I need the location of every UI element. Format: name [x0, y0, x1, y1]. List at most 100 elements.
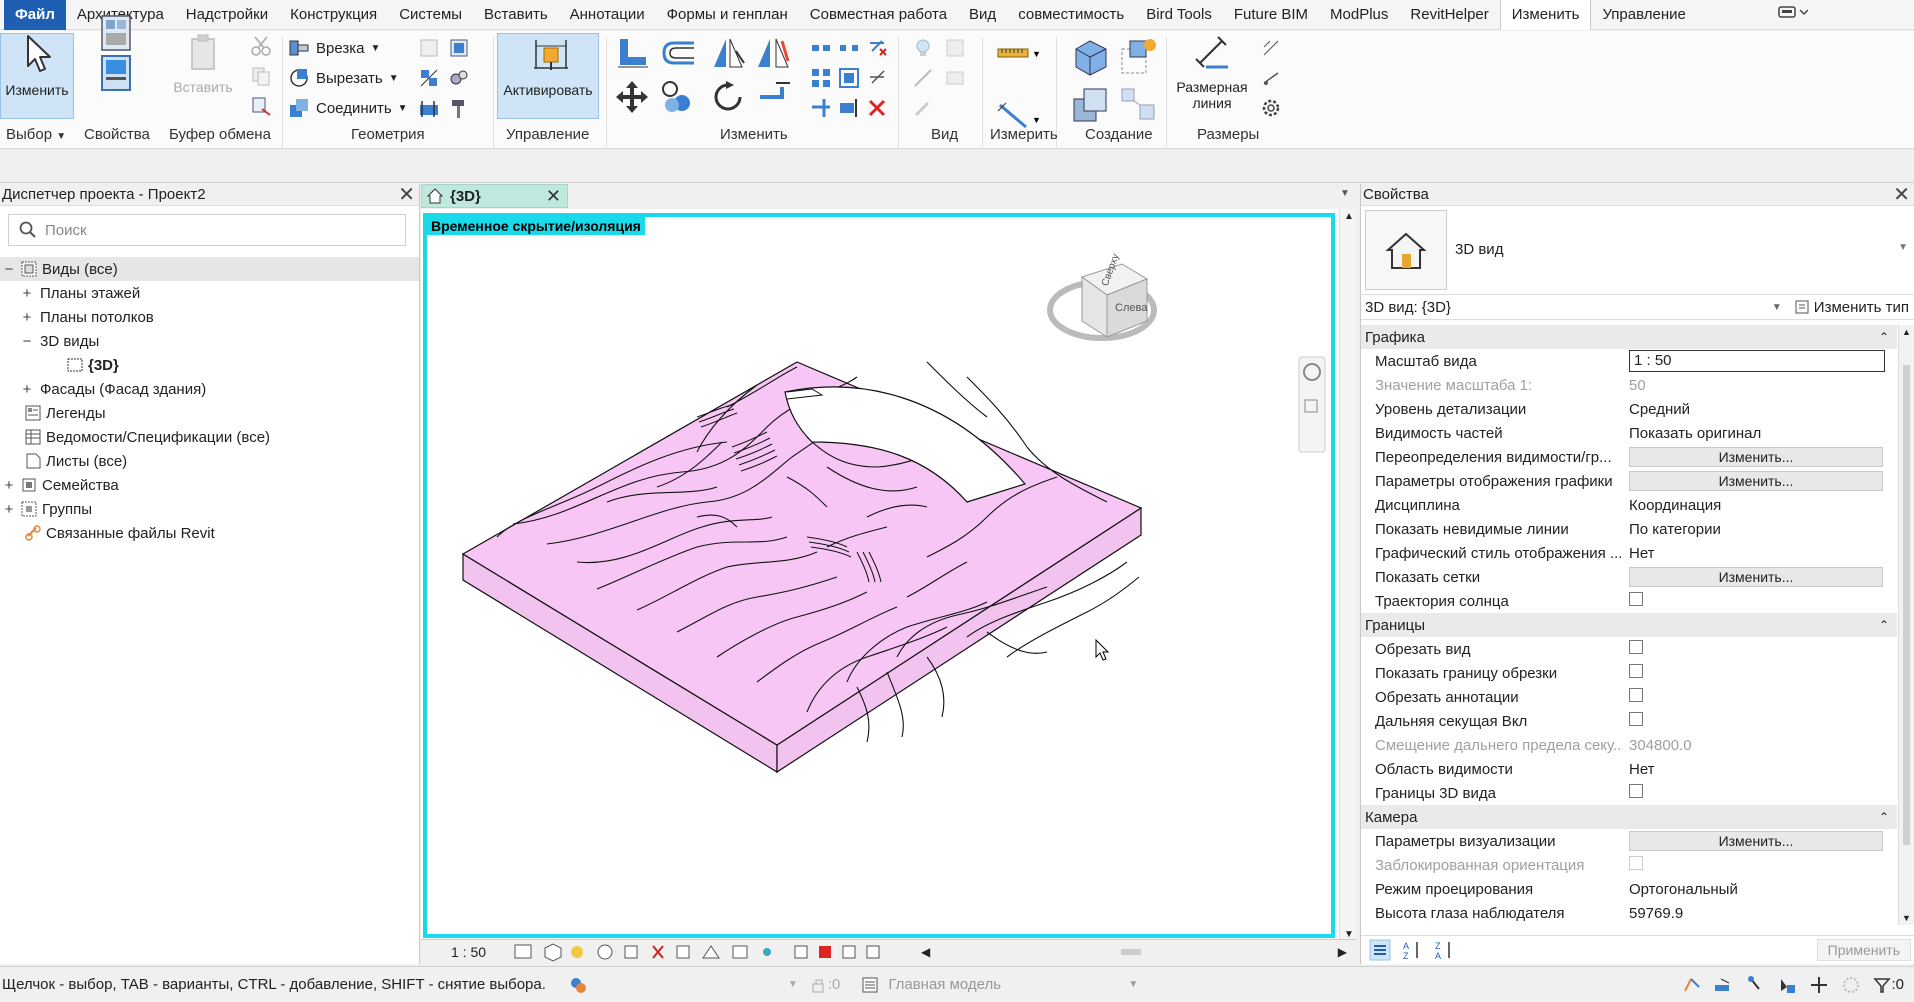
ribbon-display-toggle[interactable] [1767, 0, 1819, 30]
tree-item-floor-plans[interactable]: + Планы этажей [0, 281, 419, 305]
tab-menu-icon[interactable]: ▼ [1340, 188, 1350, 199]
crop-region-checkbox[interactable] [1629, 664, 1643, 678]
menu-collaborate[interactable]: Совместная работа [799, 0, 958, 30]
measure-distance-icon[interactable]: ▼ [996, 41, 1041, 65]
crop-view-checkbox[interactable] [1629, 640, 1643, 654]
prop-value[interactable]: Показать оригинал [1623, 425, 1897, 442]
prop-parts-visibility[interactable]: Видимость частей Показать оригинал [1361, 421, 1897, 445]
group-camera[interactable]: Камера ⌃ [1361, 805, 1897, 829]
tree-collapse-toggle[interactable]: − [20, 333, 34, 350]
tree-item-ceiling-plans[interactable]: + Планы потолков [0, 305, 419, 329]
cut-icon[interactable] [250, 35, 272, 57]
close-tab-icon[interactable]: ✕ [546, 186, 561, 207]
create-parts-icon[interactable] [1118, 35, 1160, 77]
scroll-thumb[interactable] [1121, 949, 1141, 955]
chevron-down-icon[interactable]: ▼ [788, 979, 798, 990]
prop-projection-mode[interactable]: Режим проецирования Ортогональный [1361, 877, 1897, 901]
properties-tool-button[interactable] [88, 15, 144, 119]
menu-revithelper[interactable]: RevitHelper [1399, 0, 1499, 30]
prop-value[interactable]: Ортогональный [1623, 881, 1897, 898]
menu-bird-tools[interactable]: Bird Tools [1135, 0, 1223, 30]
unpin-icon[interactable] [866, 67, 888, 89]
create-group-icon[interactable] [1070, 83, 1112, 125]
copy-icon[interactable] [250, 65, 272, 87]
tree-item-sheets[interactable]: Листы (все) [0, 449, 419, 473]
scroll-right-icon[interactable]: ▶ [1338, 945, 1347, 959]
trim-multi-icon[interactable] [810, 97, 832, 119]
prop-value[interactable]: Средний [1623, 401, 1897, 418]
prop-display-style[interactable]: Графический стиль отображения ... Нет [1361, 541, 1897, 565]
collapse-icon[interactable]: ⌃ [1879, 618, 1889, 632]
menu-massing-site[interactable]: Формы и генплан [656, 0, 799, 30]
hide-element-icon[interactable] [944, 67, 966, 89]
split-face-icon[interactable] [418, 67, 440, 89]
prop-scope-box[interactable]: Область видимости Нет [1361, 757, 1897, 781]
tree-item-schedules[interactable]: Ведомости/Спецификации (все) [0, 425, 419, 449]
instance-selector[interactable]: 3D вид: {3D} ▼ Изменить тип [1361, 294, 1914, 320]
offset-icon[interactable] [660, 35, 696, 71]
pin-icon[interactable] [866, 37, 888, 59]
view-tab-3d[interactable]: {3D} ✕ [421, 184, 568, 208]
menu-future-bim[interactable]: Future BIM [1223, 0, 1319, 30]
view-pencil-icon[interactable] [912, 97, 934, 119]
vertical-scrollbar[interactable]: ▲ ▼ [1339, 209, 1357, 944]
menu-file[interactable]: Файл [4, 0, 66, 30]
select-by-face-icon[interactable] [1777, 975, 1797, 995]
tree-expand-toggle[interactable]: + [2, 477, 16, 494]
menu-modplus[interactable]: ModPlus [1319, 0, 1399, 30]
sort-descending-icon[interactable]: ZA [1433, 939, 1455, 961]
create-similar-icon[interactable] [1118, 83, 1160, 125]
spot-dimension-icon[interactable] [1260, 67, 1282, 89]
aligned-dimension-button[interactable]: Размерная линия [1172, 33, 1252, 111]
scroll-thumb[interactable] [1903, 365, 1910, 845]
menu-structure[interactable]: Конструкция [279, 0, 388, 30]
extend-icon[interactable] [838, 97, 860, 119]
view-scale-field[interactable]: 1 : 50 [1629, 350, 1885, 372]
paste-button[interactable]: Вставить [168, 33, 238, 95]
close-icon[interactable]: ✕ [398, 184, 415, 206]
viewcube[interactable]: Слева Сверху [1047, 252, 1157, 341]
annotation-crop-checkbox[interactable] [1629, 688, 1643, 702]
delete-icon[interactable] [866, 97, 888, 119]
scroll-up-icon[interactable]: ▲ [1902, 327, 1911, 337]
move-icon[interactable] [614, 79, 650, 115]
match-type-icon[interactable] [250, 95, 272, 117]
prop-value[interactable]: Нет [1623, 761, 1897, 778]
panel-select[interactable]: Выбор ▼ [6, 126, 66, 143]
navigation-bar[interactable] [1298, 356, 1326, 453]
hide-bulb-icon[interactable] [912, 37, 934, 59]
background-process-icon[interactable] [1841, 975, 1861, 995]
hammer-icon[interactable] [448, 97, 470, 119]
scroll-up-icon[interactable]: ▲ [1344, 211, 1354, 222]
view-scale[interactable]: 1 : 50 [451, 944, 511, 960]
view-control-icons[interactable] [511, 942, 791, 962]
horizontal-scrollbar[interactable]: ◀ ▶ [921, 945, 1347, 959]
activate-button[interactable]: Активировать [497, 33, 599, 119]
paint-icon[interactable] [448, 37, 470, 59]
properties-scrollbar[interactable]: ▲ ▼ [1898, 325, 1914, 925]
collapse-icon[interactable]: ⌃ [1879, 810, 1889, 824]
tree-expand-toggle[interactable]: + [20, 309, 34, 326]
cut-geometry-button[interactable]: Вырезать ▼ [288, 67, 399, 89]
tree-expand-toggle[interactable]: + [20, 381, 34, 398]
angular-dimension-icon[interactable] [1260, 37, 1282, 59]
gear-icon[interactable] [1260, 97, 1282, 119]
design-option-select[interactable]: Главная модель ▼ [888, 976, 1138, 993]
render-settings-edit-button[interactable]: Изменить... [1629, 831, 1883, 851]
tree-item-legends[interactable]: Легенды [0, 401, 419, 425]
browser-search-input[interactable]: Поиск [8, 214, 406, 246]
prop-discipline[interactable]: Дисциплина Координация [1361, 493, 1897, 517]
split-icon[interactable] [810, 37, 832, 59]
demolish-icon[interactable] [448, 67, 470, 89]
editable-only-indicator[interactable]: :0 [810, 976, 840, 994]
select-underlay-icon[interactable] [1713, 975, 1733, 995]
topography-model[interactable]: Слева Сверху [427, 217, 1331, 934]
tree-item-families[interactable]: + Семейства [0, 473, 419, 497]
prop-eye-elevation[interactable]: Высота глаза наблюдателя 59769.9 [1361, 901, 1897, 925]
mirror-axis-icon[interactable] [710, 35, 746, 71]
apply-button[interactable]: Применить [1816, 939, 1911, 961]
menu-manage[interactable]: Управление [1591, 0, 1696, 30]
tree-item-3d-view[interactable]: {3D} [0, 353, 419, 377]
split-element-icon[interactable] [418, 97, 440, 119]
view-control-icons-2[interactable] [791, 942, 911, 962]
